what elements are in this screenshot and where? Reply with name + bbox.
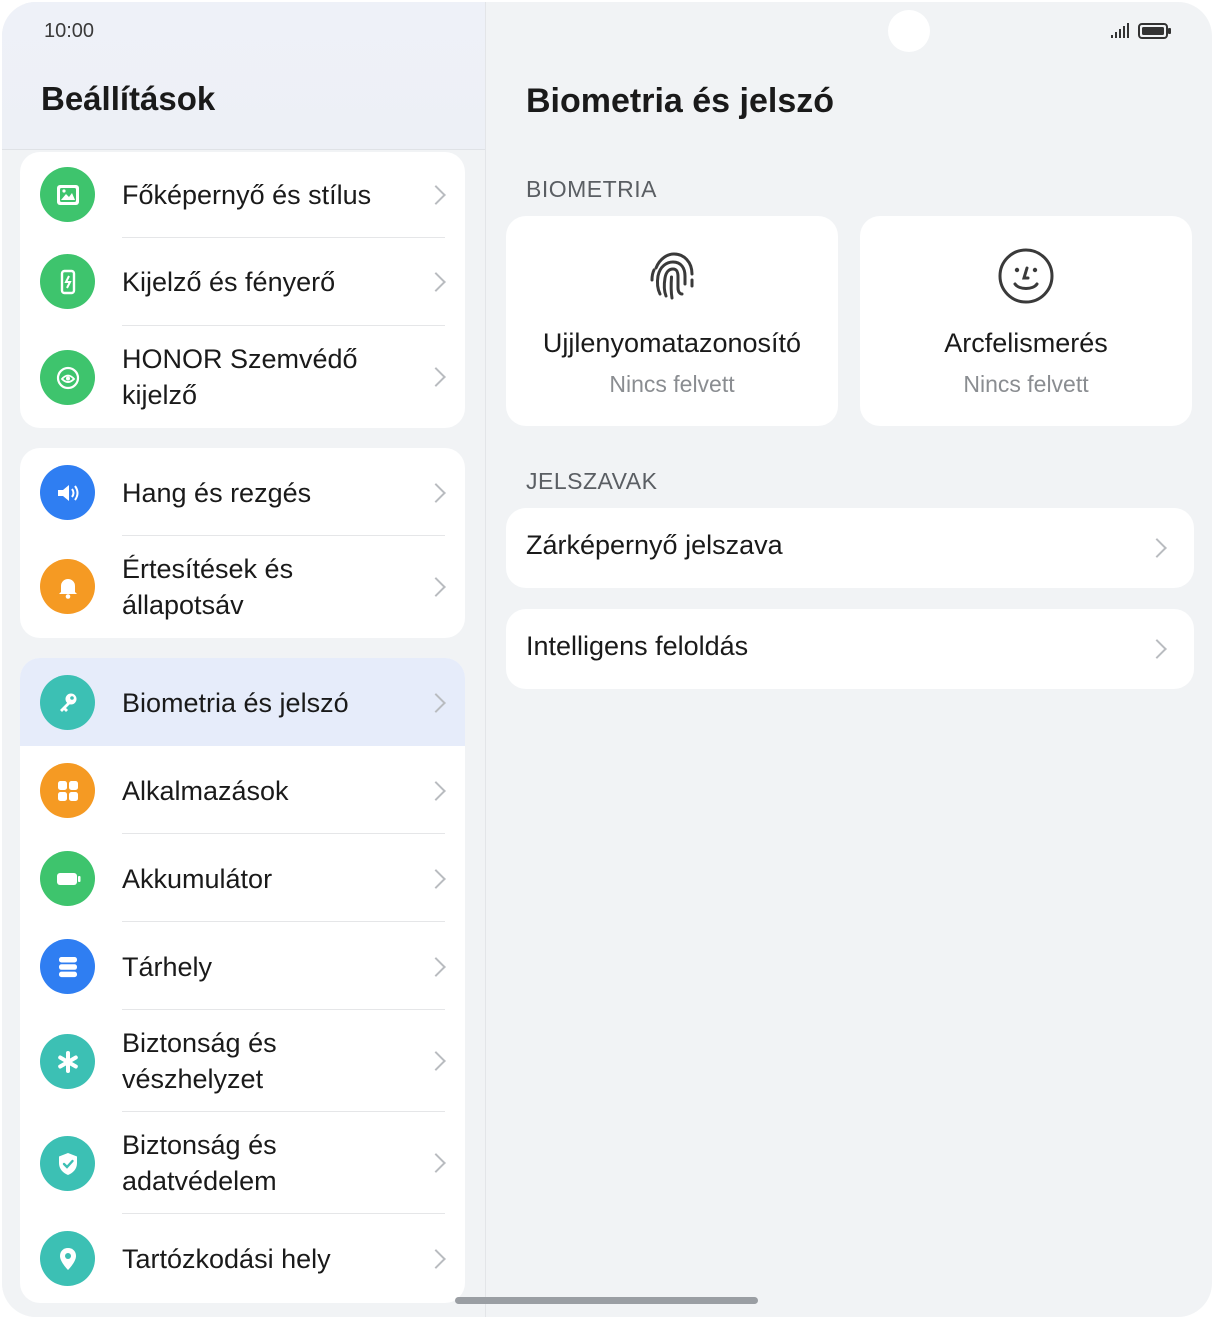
settings-header: 10:00 Beállítások <box>2 2 485 150</box>
front-camera <box>888 10 930 52</box>
settings-item-label: Hang és rezgés <box>122 478 312 508</box>
key-icon <box>40 675 95 730</box>
settings-group-display: Főképernyő és stílus Kijelző és fényerő … <box>20 152 465 428</box>
settings-item-notifications[interactable]: Értesítések és állapotsáv <box>20 536 465 638</box>
chevron-right-icon <box>426 1051 446 1071</box>
settings-item-label: Biztonság és adatvédelem <box>122 1130 277 1196</box>
settings-item-eye-comfort[interactable]: HONOR Szemvédő kijelző <box>20 326 465 428</box>
settings-item-label: Tartózkodási hely <box>122 1244 331 1274</box>
shield-icon <box>40 1136 95 1191</box>
chevron-right-icon <box>426 185 446 205</box>
settings-item-label: Biometria és jelszó <box>122 688 349 718</box>
image-icon <box>40 167 95 222</box>
face-icon <box>996 246 1056 311</box>
settings-item-label: Értesítések és állapotsáv <box>122 554 294 620</box>
page-title: Beállítások <box>41 80 216 117</box>
bell-icon <box>40 559 95 614</box>
display-icon <box>40 254 95 309</box>
settings-list-pane: 10:00 Beállítások Főképernyő és stílus K… <box>2 2 485 1317</box>
battery-status-icon <box>1138 23 1171 39</box>
battery-icon <box>40 851 95 906</box>
chevron-right-icon <box>426 869 446 889</box>
apps-icon <box>40 763 95 818</box>
section-header-passwords: JELSZAVAK <box>526 468 658 494</box>
settings-item-privacy[interactable]: Biztonság és adatvédelem <box>20 1112 465 1214</box>
status-time: 10:00 <box>44 20 95 42</box>
settings-item-label: Alkalmazások <box>122 776 289 806</box>
settings-item-label: Biztonság és vészhelyzet <box>122 1028 277 1094</box>
location-icon <box>40 1231 95 1286</box>
fingerprint-status: Nincs felvett <box>609 371 735 397</box>
status-icons <box>1110 22 1172 40</box>
chevron-right-icon <box>426 483 446 503</box>
chevron-right-icon <box>426 1153 446 1173</box>
device-frame: 10:00 Beállítások Főképernyő és stílus K… <box>2 2 1212 1317</box>
settings-item-label: Főképernyő és stílus <box>122 180 372 210</box>
settings-group-security: Biometria és jelszó Alkalmazások Akkumul… <box>20 658 465 1303</box>
settings-item-home-screen[interactable]: Főképernyő és stílus <box>20 152 465 238</box>
face-title: Arcfelismerés <box>944 328 1108 358</box>
lock-screen-password-row[interactable]: Zárképernyő jelszava <box>506 508 1194 588</box>
chevron-right-icon <box>426 781 446 801</box>
settings-item-label: Akkumulátor <box>122 864 273 894</box>
pane-divider <box>485 2 486 1317</box>
fingerprint-card[interactable]: Ujjlenyomatazonosító Nincs felvett <box>506 216 838 426</box>
settings-group-sound: Hang és rezgés Értesítések és állapotsáv <box>20 448 465 638</box>
settings-item-biometrics[interactable]: Biometria és jelszó <box>20 658 465 746</box>
settings-item-location[interactable]: Tartózkodási hely <box>20 1214 465 1303</box>
chevron-right-icon <box>426 577 446 597</box>
row-label: Zárképernyő jelszava <box>526 530 783 560</box>
settings-item-label: HONOR Szemvédő kijelző <box>122 344 358 410</box>
section-header-biometrics: BIOMETRIA <box>526 176 658 202</box>
settings-item-battery[interactable]: Akkumulátor <box>20 834 465 922</box>
speaker-icon <box>40 465 95 520</box>
home-indicator[interactable] <box>455 1297 758 1304</box>
chevron-right-icon <box>426 1249 446 1269</box>
fingerprint-title: Ujjlenyomatazonosító <box>542 328 802 358</box>
smart-unlock-row[interactable]: Intelligens feloldás <box>506 609 1194 689</box>
settings-item-emergency[interactable]: Biztonság és vészhelyzet <box>20 1010 465 1112</box>
settings-item-label: Kijelző és fényerő <box>122 267 336 297</box>
settings-item-display[interactable]: Kijelző és fényerő <box>20 238 465 326</box>
signal-icon <box>1111 23 1129 38</box>
face-status: Nincs felvett <box>963 371 1089 397</box>
settings-item-sound[interactable]: Hang és rezgés <box>20 448 465 536</box>
settings-item-storage[interactable]: Tárhely <box>20 922 465 1010</box>
face-recognition-card[interactable]: Arcfelismerés Nincs felvett <box>860 216 1192 426</box>
detail-title: Biometria és jelszó <box>526 82 835 120</box>
chevron-right-icon <box>426 957 446 977</box>
chevron-right-icon <box>1147 639 1167 659</box>
chevron-right-icon <box>426 367 446 387</box>
fingerprint-icon <box>642 246 702 311</box>
settings-item-apps[interactable]: Alkalmazások <box>20 746 465 834</box>
row-label: Intelligens feloldás <box>526 631 749 661</box>
chevron-right-icon <box>426 272 446 292</box>
eye-comfort-icon <box>40 350 95 405</box>
settings-item-label: Tárhely <box>122 952 213 982</box>
chevron-right-icon <box>426 693 446 713</box>
chevron-right-icon <box>1147 538 1167 558</box>
emergency-icon <box>40 1034 95 1089</box>
storage-icon <box>40 939 95 994</box>
